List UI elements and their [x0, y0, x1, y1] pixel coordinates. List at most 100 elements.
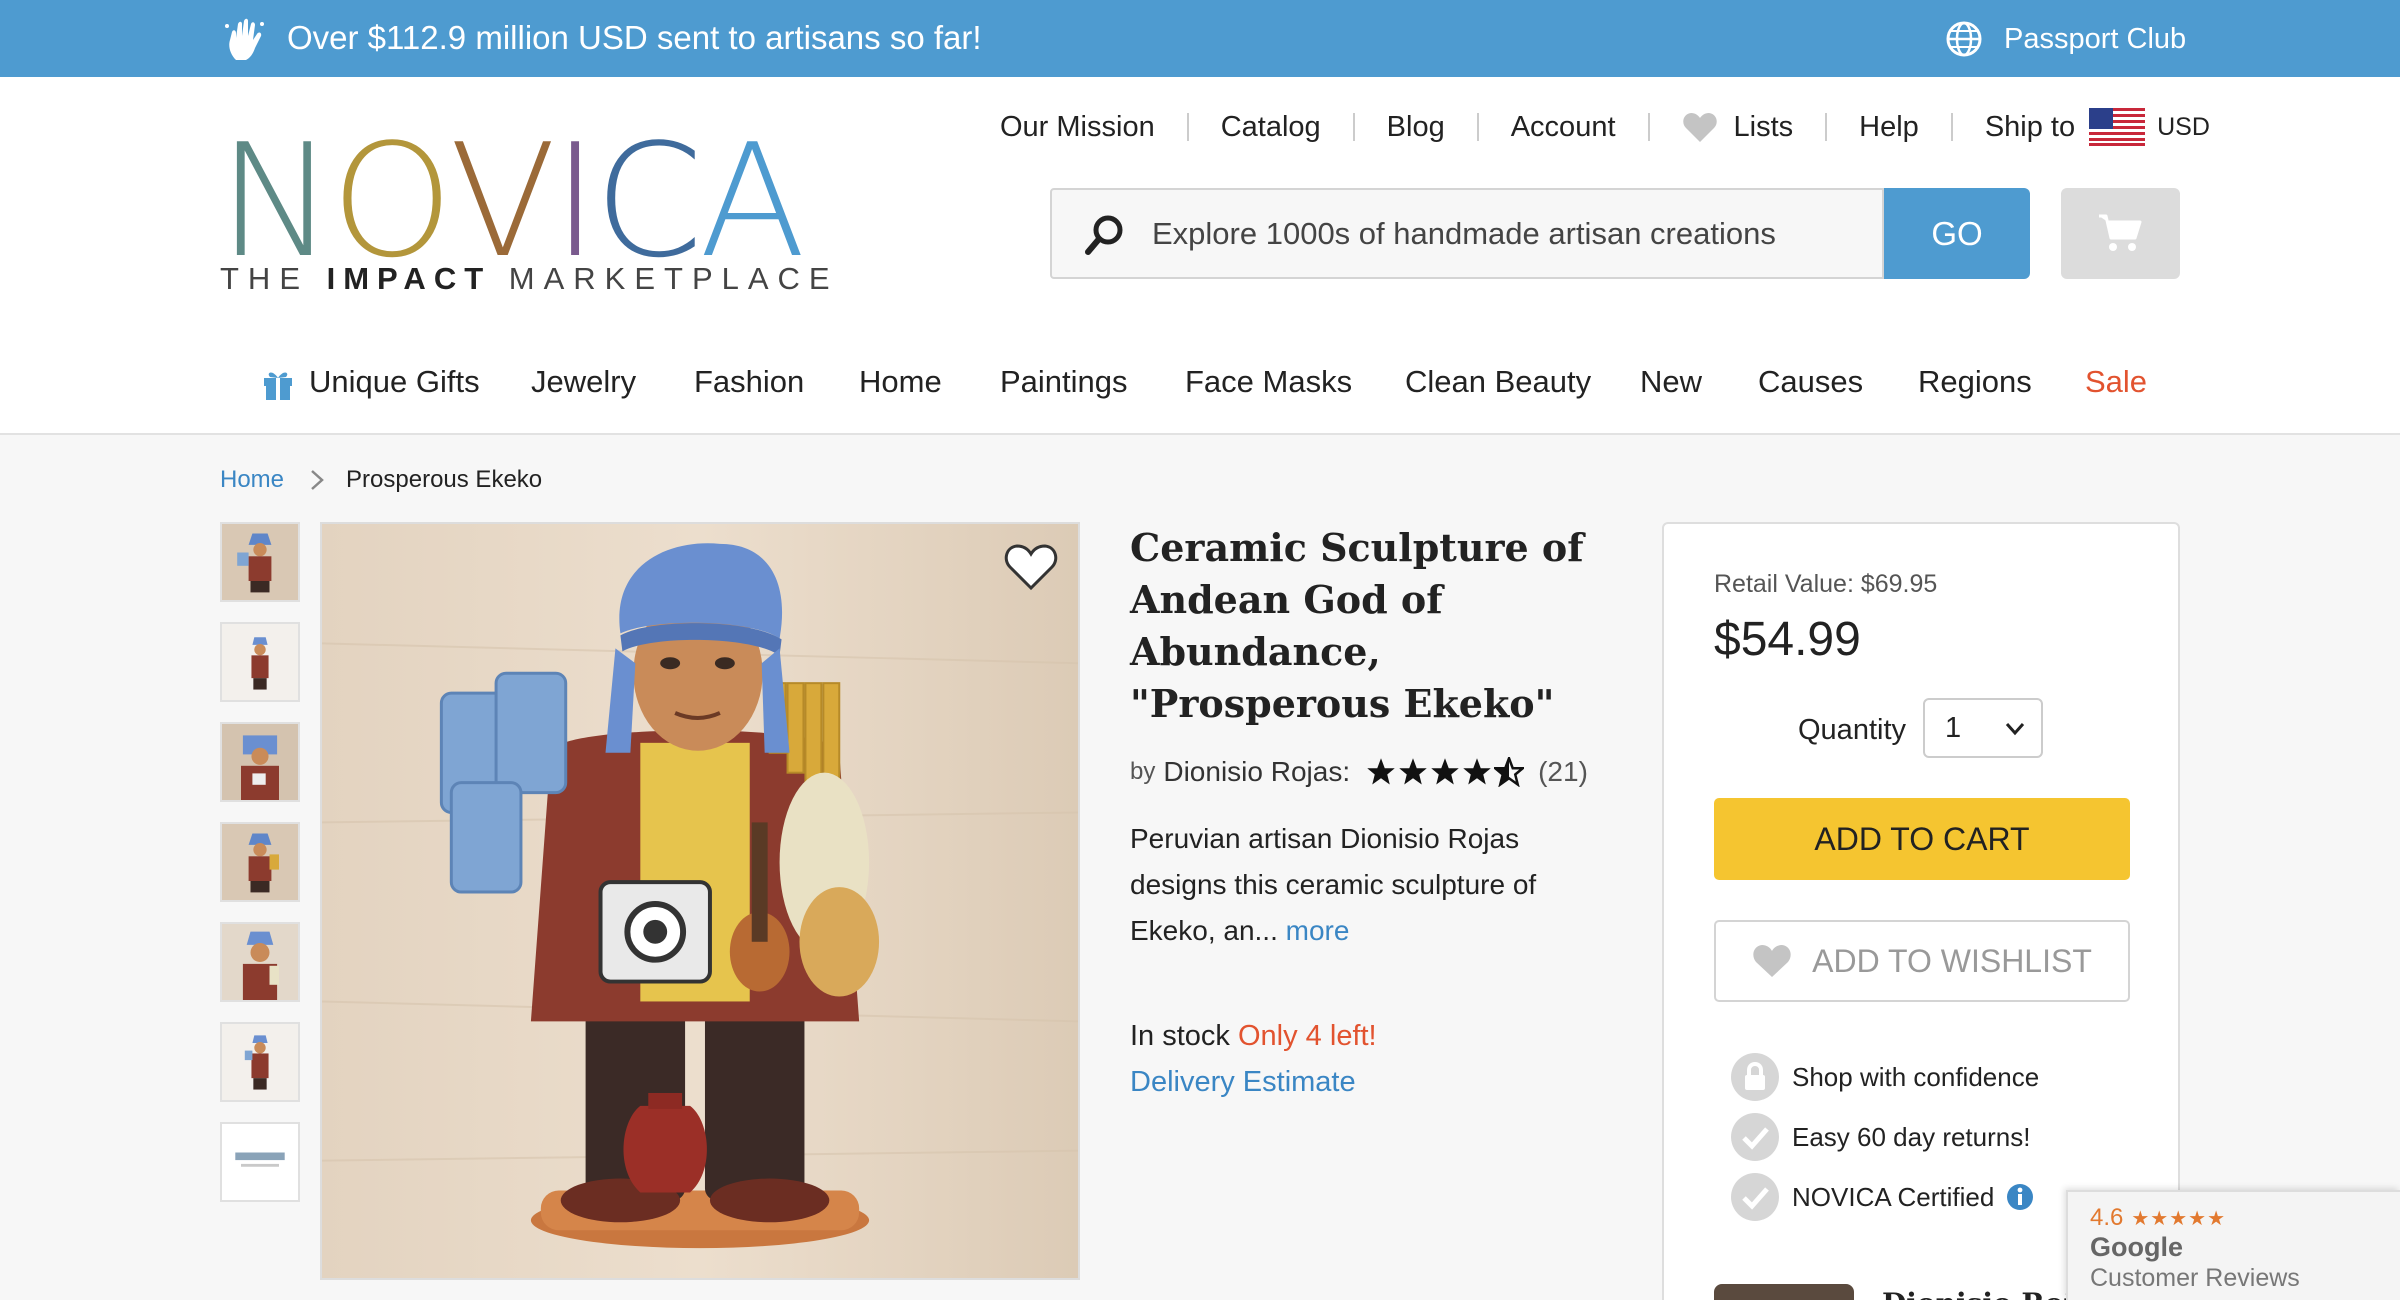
nav-lists-label: Lists: [1733, 110, 1794, 143]
cart-button[interactable]: [2061, 188, 2180, 279]
checkmark-icon: [1731, 1173, 1779, 1221]
in-stock-label: In stock: [1130, 1020, 1230, 1052]
assurance-certified: NOVICA Certified: [1730, 1172, 2034, 1222]
quantity-select[interactable]: 1: [1923, 698, 2043, 758]
cat-regions[interactable]: Regions: [1918, 357, 2032, 407]
product-thumbnail[interactable]: [220, 1122, 300, 1202]
cat-clean-beauty[interactable]: Clean Beauty: [1405, 357, 1591, 407]
google-stars-icon: ★★★★★: [2131, 1207, 2227, 1230]
breadcrumb-current: Prosperous Ekeko: [346, 466, 543, 493]
add-to-wishlist-label: ADD TO WISHLIST: [1812, 942, 2092, 979]
product-thumbnail[interactable]: [220, 522, 300, 602]
artisan-photo[interactable]: [1714, 1284, 1854, 1300]
globe-icon[interactable]: [1945, 20, 1983, 58]
rating-stars[interactable]: [1366, 757, 1526, 787]
nav-lists[interactable]: Lists: [1682, 110, 1794, 144]
novica-logo[interactable]: NOVICA THE IMPACT MARKETPLACE: [218, 123, 830, 326]
cart-icon: [2099, 214, 2142, 251]
star-full-icon: [1399, 758, 1427, 785]
google-score: 4.6: [2090, 1204, 2124, 1231]
search-icon: [1085, 215, 1123, 255]
nav-our-mission[interactable]: Our Mission: [1000, 111, 1155, 144]
nav-blog[interactable]: Blog: [1387, 111, 1445, 144]
cat-paintings[interactable]: Paintings: [1000, 357, 1128, 407]
logo-wordmark: NOVICA: [218, 110, 806, 292]
chevron-right-icon: [311, 470, 324, 490]
tagline-bold: IMPACT: [326, 261, 492, 296]
breadcrumb: Home Prosperous Ekeko: [220, 462, 542, 498]
product-thumbnail[interactable]: [220, 722, 300, 802]
product-thumbnail[interactable]: [220, 622, 300, 702]
more-link[interactable]: more: [1286, 915, 1350, 946]
nav-divider: [1950, 113, 1953, 141]
quantity-label: Quantity: [1798, 714, 1906, 746]
stock-status: In stock Only 4 left!: [1130, 1016, 1377, 1056]
product-thumbnail[interactable]: [220, 1022, 300, 1102]
logo-letter: I: [552, 110, 598, 292]
nav-ship-to[interactable]: Ship to USD: [1985, 108, 2210, 146]
quantity-value: 1: [1945, 712, 1962, 744]
assurance-label: NOVICA Certified: [1792, 1182, 1995, 1212]
google-subtitle: Customer Reviews: [2090, 1264, 2300, 1292]
logo-letter: C: [594, 110, 703, 292]
cat-causes[interactable]: Causes: [1758, 357, 1863, 407]
product-thumbnail[interactable]: [220, 822, 300, 902]
assurance-label: Easy 60 day returns!: [1792, 1122, 2031, 1152]
nav-help[interactable]: Help: [1859, 111, 1919, 144]
cat-fashion[interactable]: Fashion: [694, 357, 804, 407]
heart-icon: [1682, 113, 1717, 142]
passport-club-link[interactable]: Passport Club: [2004, 20, 2186, 58]
nav-divider: [1647, 113, 1650, 141]
search-go-button[interactable]: GO: [1884, 188, 2030, 279]
add-to-cart-button[interactable]: ADD TO CART: [1714, 798, 2130, 880]
site-header: NOVICA THE IMPACT MARKETPLACE Our Missio…: [0, 77, 2400, 435]
gift-icon: [264, 372, 292, 400]
ship-to-label: Ship to: [1984, 110, 2076, 143]
search-bar: [1050, 188, 1884, 279]
tagline-suffix: MARKETPLACE: [491, 261, 839, 296]
assurance-label: Shop with confidence: [1792, 1062, 2040, 1092]
search-input[interactable]: [1152, 204, 1852, 264]
product-title: Ceramic Sculpture of Andean God of Abund…: [1130, 525, 1584, 726]
review-count[interactable]: (21): [1538, 752, 1588, 792]
cat-home[interactable]: Home: [859, 357, 942, 407]
add-to-wishlist-button[interactable]: ADD TO WISHLIST: [1714, 920, 2130, 1002]
product-photo: [322, 524, 1078, 1278]
nav-divider: [1476, 113, 1479, 141]
utility-nav: Our Mission Catalog Blog Account Lists H…: [1000, 107, 2210, 147]
us-flag-icon: [2089, 108, 2146, 146]
logo-letter: A: [699, 110, 806, 292]
google-reviews-badge[interactable]: 4.6 ★★★★★ Google Customer Reviews: [2066, 1190, 2400, 1300]
product-thumbnail[interactable]: [220, 922, 300, 1002]
nav-account[interactable]: Account: [1511, 111, 1616, 144]
currency-label: USD: [2157, 112, 2210, 141]
nav-catalog[interactable]: Catalog: [1221, 111, 1321, 144]
buy-box: Retail Value: $69.95 $54.99 Quantity 1 A…: [1662, 522, 2180, 1300]
artisan-link[interactable]: Dionisio Rojas:: [1163, 752, 1350, 792]
cat-sale[interactable]: Sale: [2085, 357, 2147, 407]
logo-letter: O: [330, 110, 454, 292]
cat-unique-gifts[interactable]: Unique Gifts: [309, 357, 480, 407]
product-main-image[interactable]: [320, 522, 1080, 1280]
checkmark-icon: [1731, 1113, 1779, 1161]
google-rating: 4.6 ★★★★★: [2090, 1204, 2226, 1232]
star-full-icon: [1431, 758, 1459, 785]
info-icon[interactable]: [2006, 1183, 2034, 1211]
google-name: Google: [2090, 1232, 2183, 1262]
nav-divider: [1352, 113, 1355, 141]
logo-tagline: THE IMPACT MARKETPLACE: [220, 261, 839, 297]
banner-message[interactable]: Over $112.9 million USD sent to artisans…: [287, 18, 982, 58]
star-full-icon: [1367, 758, 1395, 785]
favorite-heart-icon[interactable]: [1004, 542, 1058, 592]
assurance-shop-confidence: Shop with confidence: [1730, 1052, 2039, 1102]
by-label: by: [1130, 758, 1156, 785]
breadcrumb-home[interactable]: Home: [220, 462, 284, 498]
cat-new[interactable]: New: [1640, 357, 1702, 407]
cat-jewelry[interactable]: Jewelry: [531, 357, 636, 407]
cat-face-masks[interactable]: Face Masks: [1185, 357, 1352, 407]
only-left-label: Only 4 left!: [1238, 1020, 1377, 1052]
logo-letter: N: [218, 110, 335, 292]
delivery-estimate-link[interactable]: Delivery Estimate: [1130, 1062, 1356, 1102]
product-byline: by Dionisio Rojas: (21): [1130, 752, 1588, 792]
top-banner: Over $112.9 million USD sent to artisans…: [0, 0, 2400, 77]
